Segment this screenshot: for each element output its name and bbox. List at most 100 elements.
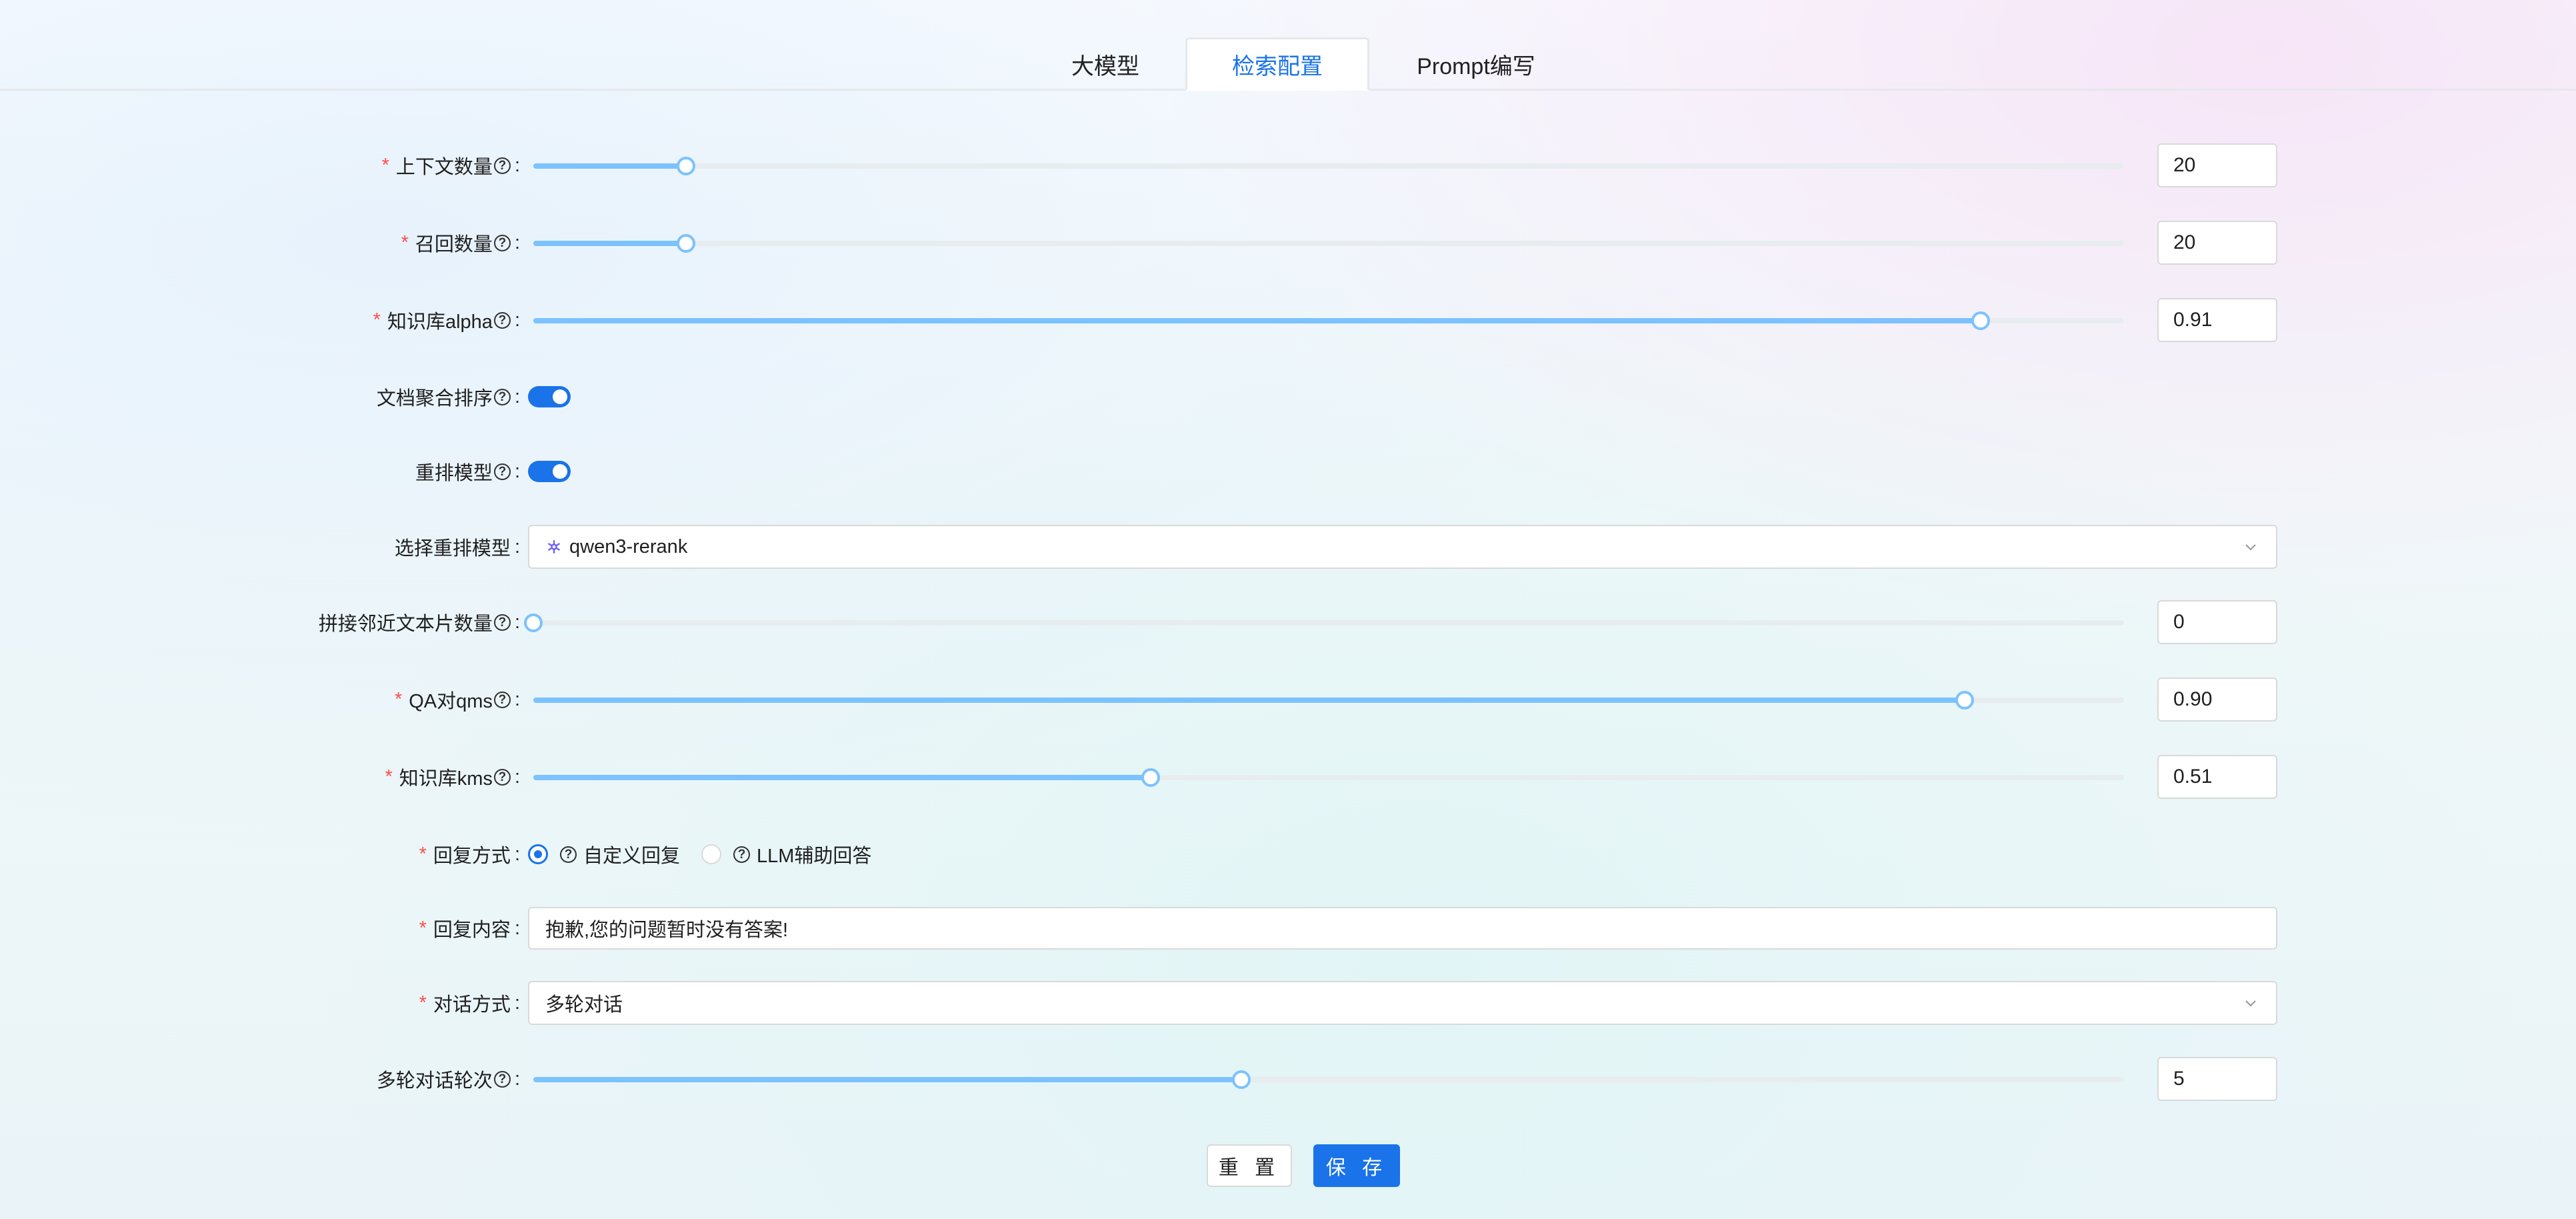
help-icon[interactable]: ? — [493, 691, 511, 708]
field-label: * 对话方式: — [419, 976, 520, 1030]
radio-label: 自定义回复 — [583, 846, 681, 867]
help-icon[interactable]: ? — [493, 311, 511, 329]
label-text: QA对qms — [409, 691, 493, 712]
qa-qms-slider[interactable] — [533, 686, 2124, 713]
field-label: 多轮对话轮次 ?: — [377, 1052, 520, 1106]
kb-kms-input[interactable]: 0.51 — [2157, 755, 2277, 799]
help-icon[interactable]: ? — [493, 388, 511, 405]
model-icon — [547, 540, 561, 553]
label-text: 回复内容 — [433, 920, 511, 941]
form-row-select-rerank: 选择重排模型: qwen3-rerank — [0, 520, 2576, 573]
help-icon[interactable]: ? — [493, 768, 511, 786]
qa-qms-input[interactable]: 0.90 — [2157, 678, 2277, 722]
adjacent-chunks-input[interactable]: 0 — [2157, 600, 2277, 644]
field-label: * 回复内容: — [419, 902, 520, 955]
help-icon[interactable]: ? — [493, 157, 511, 174]
slider-rail — [533, 620, 2124, 626]
rerank-model-select[interactable]: qwen3-rerank — [528, 525, 2277, 569]
slider-handle[interactable] — [677, 234, 696, 253]
adjacent-chunks-slider[interactable] — [524, 609, 2124, 636]
label-text: 知识库kms — [399, 768, 493, 790]
form-row-reply-content: * 回复内容: 抱歉,您的问题暂时没有答案! — [0, 902, 2576, 955]
radio-option-llm-assist[interactable]: ? LLM辅助回答 — [701, 840, 871, 868]
slider-track — [533, 1077, 1241, 1082]
radio-button[interactable] — [701, 844, 722, 864]
slider-track — [533, 241, 687, 246]
tab-llm[interactable]: 大模型 — [1039, 37, 1172, 91]
field-label: * 召回数量 ?: — [401, 216, 520, 269]
label-text: 重排模型 — [415, 463, 493, 484]
multi-turn-rounds-input[interactable]: 5 — [2157, 1057, 2277, 1101]
toggle-knob — [553, 464, 567, 479]
radio-label: LLM辅助回答 — [757, 846, 872, 867]
required-mark: * — [419, 917, 427, 939]
select-value: qwen3-rerank — [569, 535, 688, 557]
field-label: 选择重排模型: — [395, 520, 520, 573]
recall-count-slider[interactable] — [533, 229, 2124, 256]
label-text: 文档聚合排序 — [376, 388, 493, 409]
field-label: 拼接邻近文本片数量 ?: — [319, 595, 520, 649]
slider-handle[interactable] — [524, 614, 543, 632]
required-mark: * — [401, 231, 409, 253]
field-label: * 上下文数量 ?: — [382, 139, 520, 192]
form-row-qa-qms: * QA对qms ?: 0.90 — [0, 673, 2576, 726]
context-count-input[interactable]: 20 — [2157, 143, 2277, 187]
slider-handle[interactable] — [677, 157, 696, 175]
kb-alpha-input[interactable]: 0.91 — [2157, 298, 2277, 342]
field-label: * QA对qms ?: — [395, 673, 520, 726]
form-row-multi-turn-rounds: 多轮对话轮次 ?: 5 — [0, 1052, 2576, 1106]
help-icon[interactable]: ? — [493, 1070, 511, 1088]
required-mark: * — [394, 688, 403, 710]
label-text: 多轮对话轮次 — [376, 1070, 493, 1092]
chevron-down-icon — [2245, 1000, 2256, 1007]
required-mark: * — [381, 154, 389, 176]
reset-button[interactable]: 重 置 — [1207, 1144, 1292, 1187]
radio-option-custom-reply[interactable]: ? 自定义回复 — [528, 840, 680, 868]
slider-handle[interactable] — [1955, 691, 1975, 710]
recall-count-input[interactable]: 20 — [2157, 221, 2277, 265]
save-button[interactable]: 保 存 — [1313, 1144, 1400, 1187]
radio-button-selected[interactable] — [528, 844, 548, 864]
help-icon[interactable]: ? — [493, 234, 511, 251]
help-icon[interactable]: ? — [493, 614, 511, 631]
slider-track — [533, 163, 687, 169]
tab-retrieval-config[interactable]: 检索配置 — [1185, 37, 1369, 91]
input-value: 抱歉,您的问题暂时没有答案! — [545, 920, 789, 941]
form-row-kb-kms: * 知识库kms ?: 0.51 — [0, 750, 2576, 804]
reply-mode-radio-group: ? 自定义回复 ? LLM辅助回答 — [528, 828, 871, 881]
field-label: * 知识库kms ?: — [385, 750, 520, 804]
tab-bar: 大模型 检索配置 Prompt编写 — [0, 0, 2576, 91]
slider-handle[interactable] — [1971, 311, 1991, 330]
field-label: 文档聚合排序 ?: — [377, 370, 520, 423]
form-row-rerank-model: 重排模型 ?: — [0, 445, 2576, 498]
kb-alpha-slider[interactable] — [533, 307, 2124, 333]
required-mark: * — [419, 992, 427, 1014]
field-label: * 知识库alpha ?: — [373, 293, 520, 347]
context-count-slider[interactable] — [533, 152, 2124, 179]
label-text: 知识库alpha — [387, 311, 493, 333]
slider-rail — [533, 241, 2124, 246]
slider-handle[interactable] — [1141, 768, 1160, 787]
reply-content-input[interactable]: 抱歉,您的问题暂时没有答案! — [528, 907, 2277, 950]
toggle-knob — [553, 389, 567, 404]
label-text: 对话方式 — [433, 994, 511, 1016]
tab-prompt[interactable]: Prompt编写 — [1369, 37, 1583, 91]
form-row-context-count: * 上下文数量 ?: 20 — [0, 139, 2576, 192]
form-row-doc-merge-sort: 文档聚合排序 ?: — [0, 370, 2576, 423]
field-label: 重排模型 ?: — [415, 445, 520, 498]
dialog-mode-select[interactable]: 多轮对话 — [528, 981, 2277, 1025]
slider-rail — [533, 163, 2124, 169]
form-row-adjacent-chunks: 拼接邻近文本片数量 ?: 0 — [0, 595, 2576, 649]
help-icon[interactable]: ? — [560, 846, 577, 863]
label-text: 拼接邻近文本片数量 — [318, 614, 493, 635]
form-row-kb-alpha: * 知识库alpha ?: 0.91 — [0, 293, 2576, 347]
chevron-down-icon — [2245, 544, 2256, 551]
rerank-model-toggle[interactable] — [528, 461, 571, 482]
kb-kms-slider[interactable] — [533, 764, 2124, 790]
multi-turn-rounds-slider[interactable] — [533, 1066, 2124, 1092]
doc-merge-sort-toggle[interactable] — [528, 386, 571, 407]
slider-track — [533, 775, 1151, 780]
help-icon[interactable]: ? — [733, 846, 751, 863]
slider-handle[interactable] — [1231, 1070, 1251, 1089]
help-icon[interactable]: ? — [493, 463, 511, 480]
